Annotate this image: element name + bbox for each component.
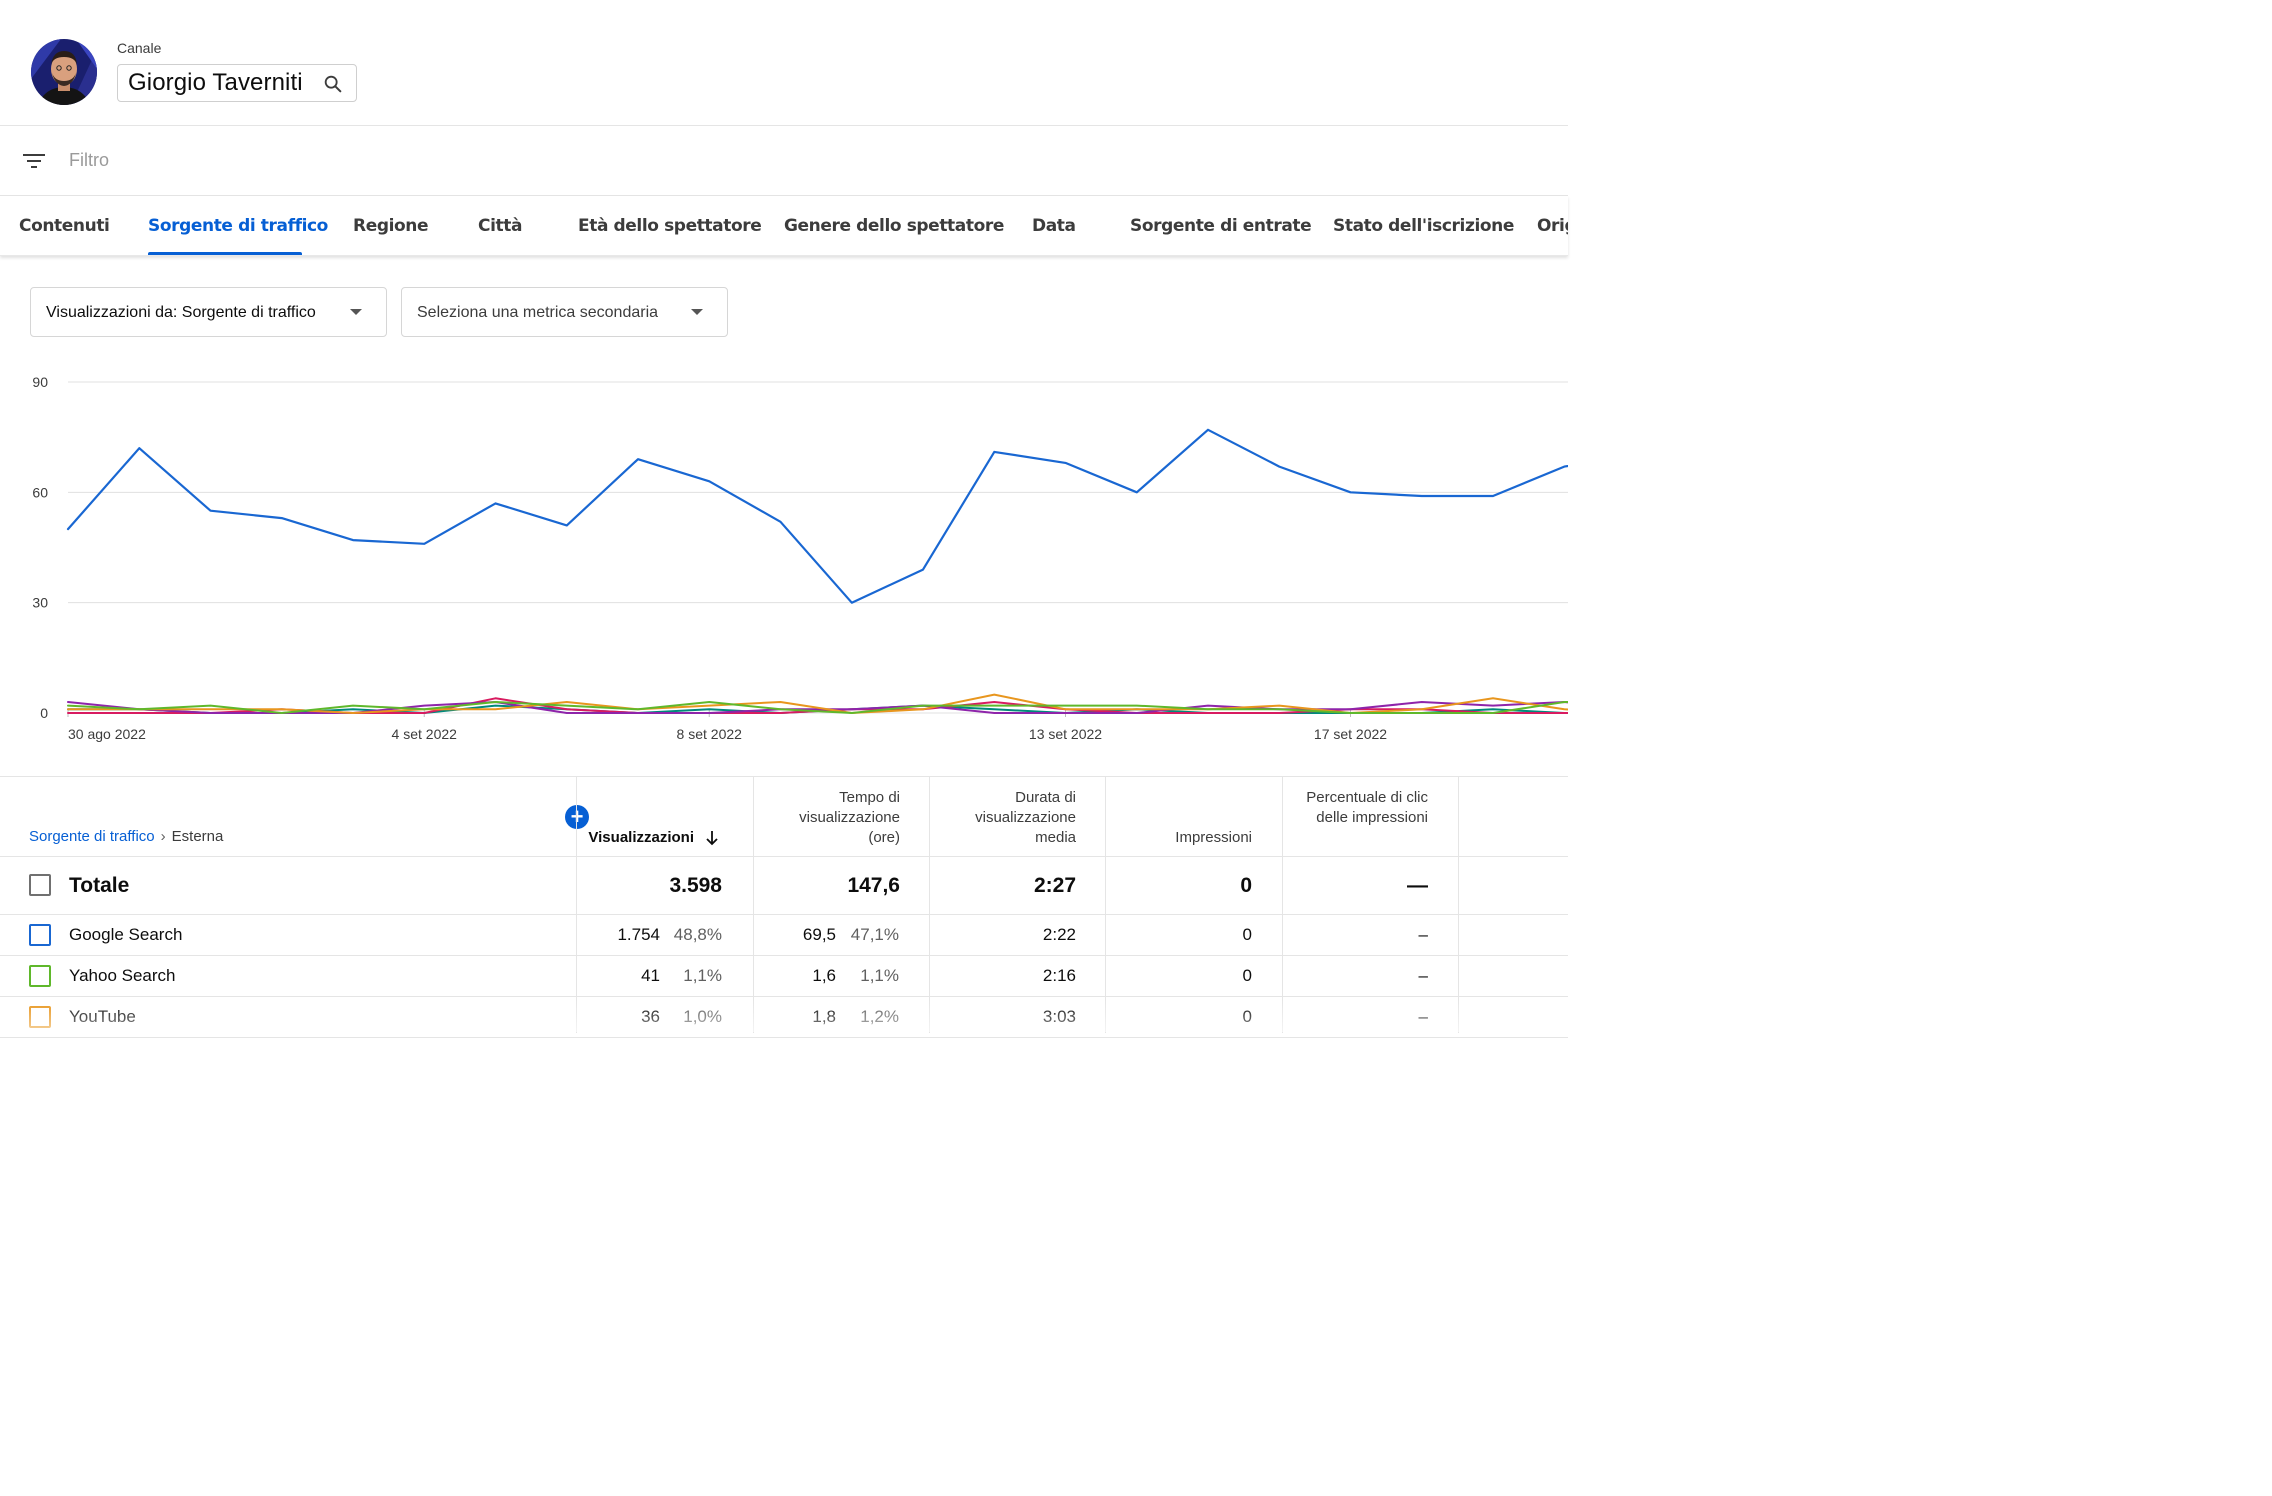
table-row-total: Totale 3.598 147,6 2:27 0 — — [0, 857, 1568, 915]
search-icon[interactable] — [322, 73, 344, 95]
filter-input[interactable]: Filtro — [69, 150, 109, 171]
filter-icon[interactable] — [22, 149, 46, 173]
channel-header: Canale Giorgio Taverniti — [0, 0, 1568, 126]
column-header-avg-duration[interactable]: Durata di visualizzazione media — [946, 788, 1076, 848]
views-percent: 1,0% — [683, 1007, 722, 1026]
row-checkbox[interactable] — [29, 924, 51, 946]
line-chart[interactable]: 0 30 60 90 30 ago 2022 4 set 2022 8 set 2022 13… — [0, 360, 1568, 760]
channel-selector[interactable]: Giorgio Taverniti — [117, 64, 357, 102]
tab-data[interactable]: Data — [1032, 196, 1076, 255]
row-label: Yahoo Search — [69, 966, 176, 985]
avg-duration-value: 2:22 — [1042, 925, 1076, 944]
tab-eta-spettatore[interactable]: Età dello spettatore — [578, 196, 762, 255]
tab-contenuti[interactable]: Contenuti — [19, 196, 110, 255]
chevron-down-icon — [691, 309, 703, 315]
ctr-value: – — [1418, 966, 1428, 985]
series-line-0 — [66, 428, 1568, 604]
traffic-source-chart[interactable]: 0 30 60 90 30 ago 2022 4 set 2022 8 set 2022 13… — [0, 360, 1568, 760]
channel-caption: Canale — [117, 40, 162, 56]
x-tick-label: 8 set 2022 — [677, 726, 743, 742]
row-label: YouTube — [69, 1007, 136, 1026]
total-watch-time: 147,6 — [847, 874, 900, 897]
y-tick-label: 0 — [40, 705, 48, 721]
watch-time-value: 1,6 — [812, 966, 836, 985]
impressions-value: 0 — [1242, 925, 1252, 944]
channel-name: Giorgio Taverniti — [128, 69, 303, 96]
sort-down-arrow-icon[interactable] — [704, 829, 720, 847]
table-row[interactable]: YouTube 36 1,0% 1,8 1,2% 3:03 0 – — [0, 997, 1568, 1038]
total-label: Totale — [69, 874, 130, 897]
add-metric-icon[interactable]: + — [565, 805, 589, 829]
x-tick-label: 30 ago 2022 — [68, 726, 146, 742]
views-percent: 48,8% — [673, 925, 722, 944]
tab-sorgente-di-traffico[interactable]: Sorgente di traffico — [148, 196, 328, 255]
x-tick-label: 17 set 2022 — [1314, 726, 1387, 742]
ctr-value: – — [1418, 925, 1428, 944]
views-value: 41 — [641, 966, 660, 985]
watch-time-value: 69,5 — [802, 925, 836, 944]
avg-duration-value: 2:16 — [1042, 966, 1076, 985]
row-label: Google Search — [69, 925, 183, 944]
views-percent: 1,1% — [683, 966, 722, 985]
chevron-right-icon: › — [160, 828, 166, 845]
primary-metric-label: Visualizzazioni da: Sorgente di traffico — [46, 304, 316, 321]
views-value: 1.754 — [617, 925, 660, 944]
row-checkbox[interactable] — [29, 965, 51, 987]
breadcrumb: Sorgente di traffico › Esterna — [29, 828, 223, 845]
ctr-value: – — [1418, 1007, 1428, 1026]
row-checkbox[interactable] — [29, 1006, 51, 1028]
impressions-value: 0 — [1242, 966, 1252, 985]
traffic-source-table: Sorgente di traffico › Esterna + Visualizz… — [0, 776, 1568, 1038]
tab-citta[interactable]: Città — [478, 196, 522, 255]
watch-time-percent: 1,2% — [860, 1007, 899, 1026]
chevron-down-icon — [350, 309, 362, 315]
y-tick-label: 60 — [32, 484, 48, 500]
primary-metric-dropdown[interactable]: Visualizzazioni da: Sorgente di traffico — [30, 287, 387, 337]
tab-stato-iscrizione[interactable]: Stato dell'iscrizione — [1333, 196, 1514, 255]
dimension-tabs: Contenuti Sorgente di traffico Regione C… — [0, 196, 1568, 256]
watch-time-value: 1,8 — [812, 1007, 836, 1026]
secondary-metric-label: Seleziona una metrica secondaria — [417, 304, 659, 321]
breadcrumb-current: Esterna — [171, 828, 224, 845]
total-ctr: — — [1407, 874, 1428, 897]
column-header-views[interactable]: Visualizzazioni — [560, 828, 694, 848]
y-tick-label: 30 — [32, 595, 48, 611]
views-value: 36 — [641, 1007, 660, 1026]
avg-duration-value: 3:03 — [1042, 1007, 1076, 1026]
filter-bar[interactable]: Filtro — [0, 126, 1568, 196]
column-header-impressions[interactable]: Impressioni — [1122, 828, 1252, 848]
secondary-metric-dropdown[interactable]: Seleziona una metrica secondaria — [401, 287, 728, 337]
tab-sorgente-di-entrate[interactable]: Sorgente di entrate — [1130, 196, 1312, 255]
column-header-watch-time[interactable]: Tempo di visualizzazione (ore) — [770, 788, 900, 848]
impressions-value: 0 — [1242, 1007, 1252, 1026]
watch-time-percent: 1,1% — [860, 966, 899, 985]
total-impressions: 0 — [1240, 874, 1252, 897]
x-tick-label: 4 set 2022 — [392, 726, 458, 742]
y-tick-label: 90 — [32, 374, 48, 390]
x-tick-label: 13 set 2022 — [1029, 726, 1102, 742]
total-views: 3.598 — [669, 874, 722, 897]
active-tab-indicator — [148, 252, 302, 255]
total-avg-duration: 2:27 — [1033, 874, 1076, 897]
table-header: Sorgente di traffico › Esterna + Visualizz… — [0, 777, 1568, 857]
tab-regione[interactable]: Regione — [353, 196, 429, 255]
breadcrumb-link[interactable]: Sorgente di traffico — [29, 828, 155, 845]
table-row[interactable]: Yahoo Search 41 1,1% 1,6 1,1% 2:16 0 – — [0, 956, 1568, 997]
channel-avatar[interactable] — [31, 39, 97, 105]
tab-genere-spettatore[interactable]: Genere dello spettatore — [784, 196, 1004, 255]
table-row[interactable]: Google Search 1.754 48,8% 69,5 47,1% 2:2… — [0, 915, 1568, 956]
column-header-ctr[interactable]: Percentuale di clic delle impressioni — [1298, 788, 1428, 828]
watch-time-percent: 47,1% — [850, 925, 899, 944]
tab-origine[interactable]: Orig — [1537, 196, 1568, 255]
total-checkbox[interactable] — [29, 874, 51, 896]
